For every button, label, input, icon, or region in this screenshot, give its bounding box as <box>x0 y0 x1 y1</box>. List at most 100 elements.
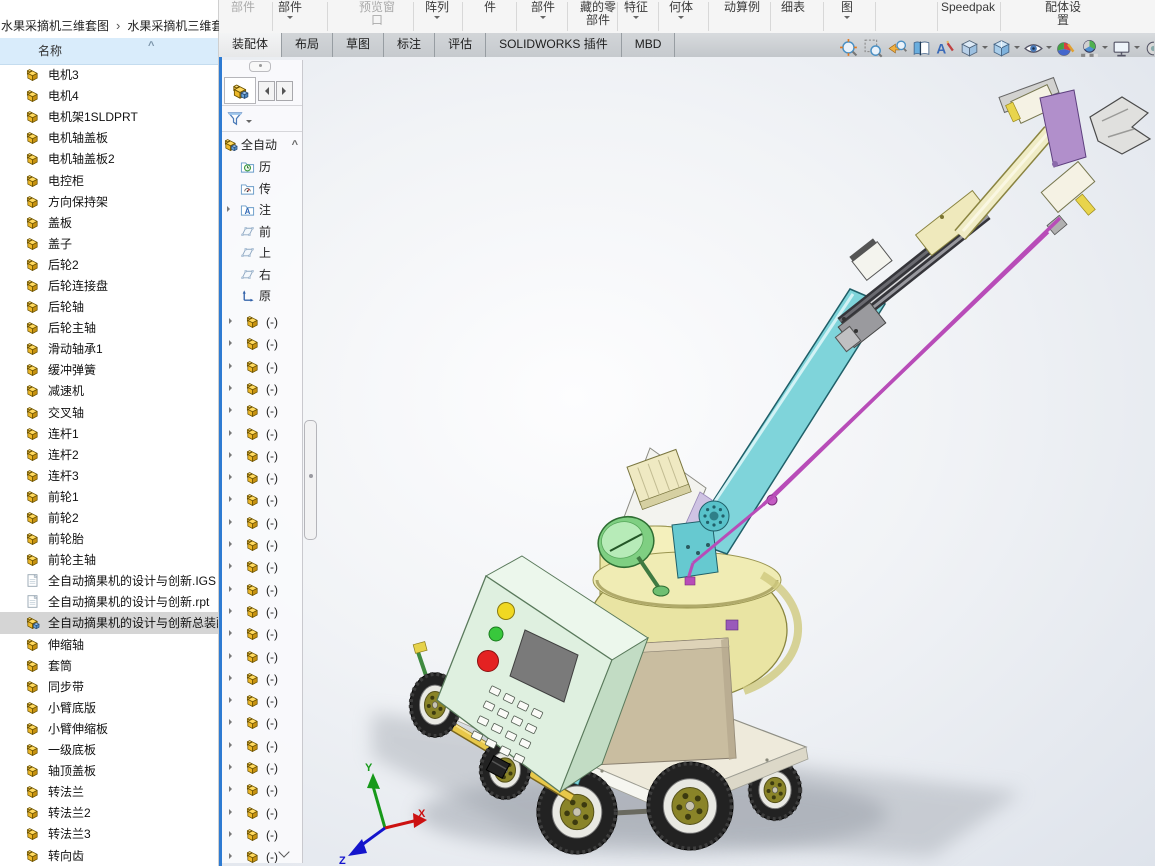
ribbon-button[interactable]: 预览窗口 <box>359 1 395 27</box>
file-row[interactable]: 前轮1 <box>0 486 218 507</box>
tree-root-assembly[interactable]: 全自动 ^ <box>222 135 302 155</box>
ribbon-button[interactable]: 何体 <box>669 1 693 22</box>
file-row[interactable]: 盖子 <box>0 233 218 254</box>
expand-arrow-icon[interactable] <box>229 474 235 481</box>
tab-标注[interactable]: 标注 <box>384 33 436 57</box>
tree-item-原[interactable]: 原 <box>222 286 302 306</box>
file-row[interactable]: 转法兰3 <box>0 823 218 844</box>
tree-component-row[interactable]: (-) <box>222 357 302 377</box>
file-row[interactable]: 电机轴盖板2 <box>0 148 218 169</box>
file-row[interactable]: 前轮2 <box>0 507 218 528</box>
expand-arrow-icon[interactable] <box>229 362 235 369</box>
zoom-to-fit-icon[interactable] <box>839 38 860 59</box>
expand-arrow-icon[interactable] <box>229 808 235 815</box>
panel-splitter[interactable] <box>304 420 317 540</box>
file-row[interactable]: 前轮主轴 <box>0 549 218 570</box>
tree-component-row[interactable]: (-) <box>222 758 302 778</box>
ribbon-button[interactable]: Speedpak <box>941 1 995 14</box>
ribbon-button[interactable]: 件 <box>484 1 496 14</box>
tree-item-注[interactable]: 注 <box>222 200 302 220</box>
ribbon-button[interactable]: 细表 <box>781 1 805 14</box>
file-row[interactable]: 盖板 <box>0 212 218 233</box>
file-row[interactable]: 连杆2 <box>0 444 218 465</box>
tree-component-row[interactable]: (-) <box>222 401 302 421</box>
view-orientation-icon[interactable] <box>959 38 980 59</box>
dropdown-arrow-icon[interactable] <box>1046 45 1052 52</box>
file-row[interactable]: 电机4 <box>0 85 218 106</box>
display-style-icon[interactable] <box>991 38 1012 59</box>
file-row[interactable]: 转法兰 <box>0 781 218 802</box>
apply-scene-icon[interactable] <box>1079 38 1100 59</box>
column-header-name[interactable]: 名称 ^ <box>0 38 218 65</box>
tree-component-row[interactable]: (-) <box>222 803 302 823</box>
ribbon-button[interactable]: 部件 <box>278 1 302 22</box>
dropdown-arrow-icon[interactable] <box>677 16 684 22</box>
edit-appearance-icon[interactable] <box>1055 38 1076 59</box>
expand-arrow-icon[interactable] <box>229 786 235 793</box>
tree-component-row[interactable]: (-) <box>222 535 302 555</box>
file-row[interactable]: 方向保持架 <box>0 191 218 212</box>
tree-component-row[interactable]: (-) <box>222 557 302 577</box>
tree-item-传[interactable]: 传 <box>222 179 302 199</box>
file-row[interactable]: 电机轴盖板 <box>0 127 218 148</box>
tab-布局[interactable]: 布局 <box>282 33 334 57</box>
panel-tab-scroll-left[interactable] <box>258 81 275 101</box>
tree-item-历[interactable]: 历 <box>222 157 302 177</box>
tree-scroll-up[interactable]: ^ <box>292 135 298 155</box>
tree-component-row[interactable]: (-) <box>222 713 302 733</box>
file-row[interactable]: 减速机 <box>0 380 218 401</box>
expand-arrow-icon[interactable] <box>229 541 235 547</box>
tree-component-row[interactable]: (-) <box>222 580 302 600</box>
breadcrumb[interactable]: 水果采摘机三维套图 › 水果采摘机三维套 <box>0 13 219 38</box>
file-row[interactable]: 后轮轴 <box>0 296 218 317</box>
file-row[interactable]: 转向齿 <box>0 844 218 865</box>
wheel[interactable] <box>646 761 734 851</box>
file-row[interactable]: 连杆3 <box>0 465 218 486</box>
ribbon-button[interactable]: 配体设置 <box>1045 1 1081 27</box>
dropdown-arrow-icon[interactable] <box>982 45 988 52</box>
tree-component-row[interactable]: (-) <box>222 312 302 332</box>
dropdown-arrow-icon[interactable] <box>539 16 546 22</box>
hide-show-items-icon[interactable] <box>1023 38 1044 59</box>
expand-arrow-icon[interactable] <box>229 607 235 614</box>
file-row[interactable]: 电机架1SLDPRT <box>0 106 218 127</box>
tab-MBD[interactable]: MBD <box>621 33 676 57</box>
lift-arm[interactable] <box>671 76 1152 586</box>
zoom-to-area-icon[interactable] <box>863 38 884 59</box>
tree-component-row[interactable]: (-) <box>222 736 302 756</box>
tree-component-row[interactable]: (-) <box>222 847 302 863</box>
expand-arrow-icon[interactable] <box>229 451 235 458</box>
expand-arrow-icon[interactable] <box>229 407 235 414</box>
expand-arrow-icon[interactable] <box>229 518 235 525</box>
tab-草图[interactable]: 草图 <box>333 33 385 57</box>
expand-arrow-icon[interactable] <box>229 764 235 770</box>
expand-arrow-icon[interactable] <box>229 652 235 659</box>
file-row[interactable]: 后轮连接盘 <box>0 275 218 296</box>
expand-arrow-icon[interactable] <box>227 206 233 212</box>
tree-item-右[interactable]: 右 <box>222 265 302 285</box>
expand-arrow-icon[interactable] <box>229 741 235 748</box>
section-view-icon[interactable] <box>911 38 932 59</box>
file-row[interactable]: 小臂伸缩板 <box>0 718 218 739</box>
file-row[interactable]: 电机3 <box>0 64 218 85</box>
file-row[interactable]: 全自动摘果机的设计与创新总装配 <box>0 612 218 634</box>
file-row[interactable]: 套筒 <box>0 655 218 676</box>
previous-view-icon[interactable] <box>887 38 908 59</box>
expand-arrow-icon[interactable] <box>229 830 235 837</box>
expand-arrow-icon[interactable] <box>229 496 235 503</box>
tab-装配体[interactable]: 装配体 <box>218 33 283 57</box>
expand-arrow-icon[interactable] <box>229 853 235 860</box>
button-yellow[interactable] <box>497 602 515 620</box>
file-row[interactable]: 全自动摘果机的设计与创新.rpt <box>0 591 218 612</box>
expand-arrow-icon[interactable] <box>229 429 235 436</box>
tab-评估[interactable]: 评估 <box>435 33 487 57</box>
file-row[interactable]: 缓冲弹簧 <box>0 359 218 380</box>
file-row[interactable]: 伸缩轴 <box>0 634 218 655</box>
tree-component-row[interactable]: (-) <box>222 602 302 622</box>
view-settings-icon[interactable] <box>1111 38 1132 59</box>
file-row[interactable]: 后轮主轴 <box>0 317 218 338</box>
file-row[interactable]: 轴顶盖板 <box>0 760 218 781</box>
expand-arrow-icon[interactable] <box>229 630 235 637</box>
file-row[interactable]: 后轮2 <box>0 254 218 275</box>
tree-component-row[interactable]: (-) <box>222 513 302 533</box>
